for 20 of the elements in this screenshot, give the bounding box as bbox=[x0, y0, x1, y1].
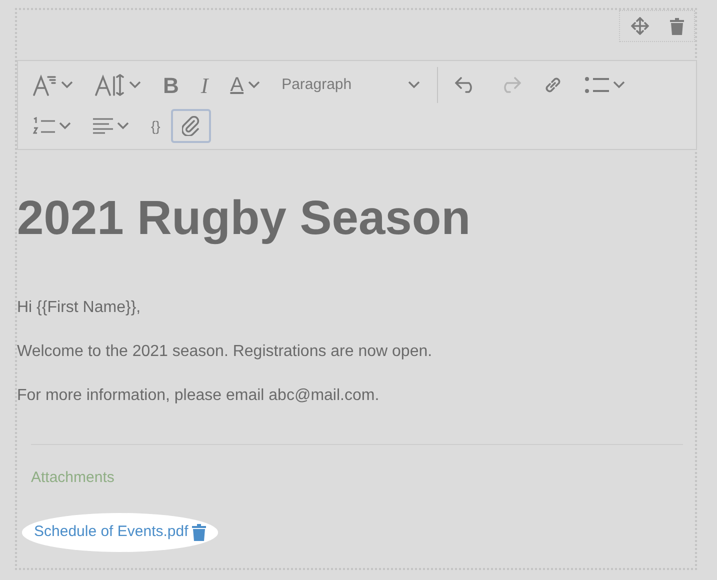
heading: 2021 Rugby Season bbox=[17, 191, 472, 247]
paperclip-icon bbox=[182, 116, 200, 136]
numbered-list-icon bbox=[33, 117, 55, 135]
font-size-icon bbox=[95, 74, 125, 96]
font-color-button[interactable]: A bbox=[219, 68, 271, 102]
italic-button[interactable]: I bbox=[190, 68, 220, 102]
paragraph: Welcome to the 2021 season. Registrations are now open. bbox=[17, 342, 434, 362]
align-left-icon bbox=[93, 118, 113, 134]
code-button[interactable]: {} bbox=[140, 109, 172, 143]
font-style-icon bbox=[33, 74, 57, 96]
file-link[interactable]: Schedule of Events.pdf bbox=[34, 521, 188, 544]
paragraph: For more information, please email abc@mail.com. bbox=[17, 386, 380, 406]
delete-attachment-button[interactable] bbox=[192, 522, 206, 542]
bullet-list-icon bbox=[584, 77, 609, 93]
move-icon[interactable] bbox=[628, 14, 650, 38]
attach-button[interactable] bbox=[171, 109, 212, 143]
block-format-dropdown[interactable]: Paragraph bbox=[270, 68, 431, 102]
attachments-heading: Attachments bbox=[31, 468, 116, 488]
paragraph: Hi {{First Name}}, bbox=[17, 298, 142, 318]
bold-button[interactable]: B bbox=[152, 68, 190, 102]
